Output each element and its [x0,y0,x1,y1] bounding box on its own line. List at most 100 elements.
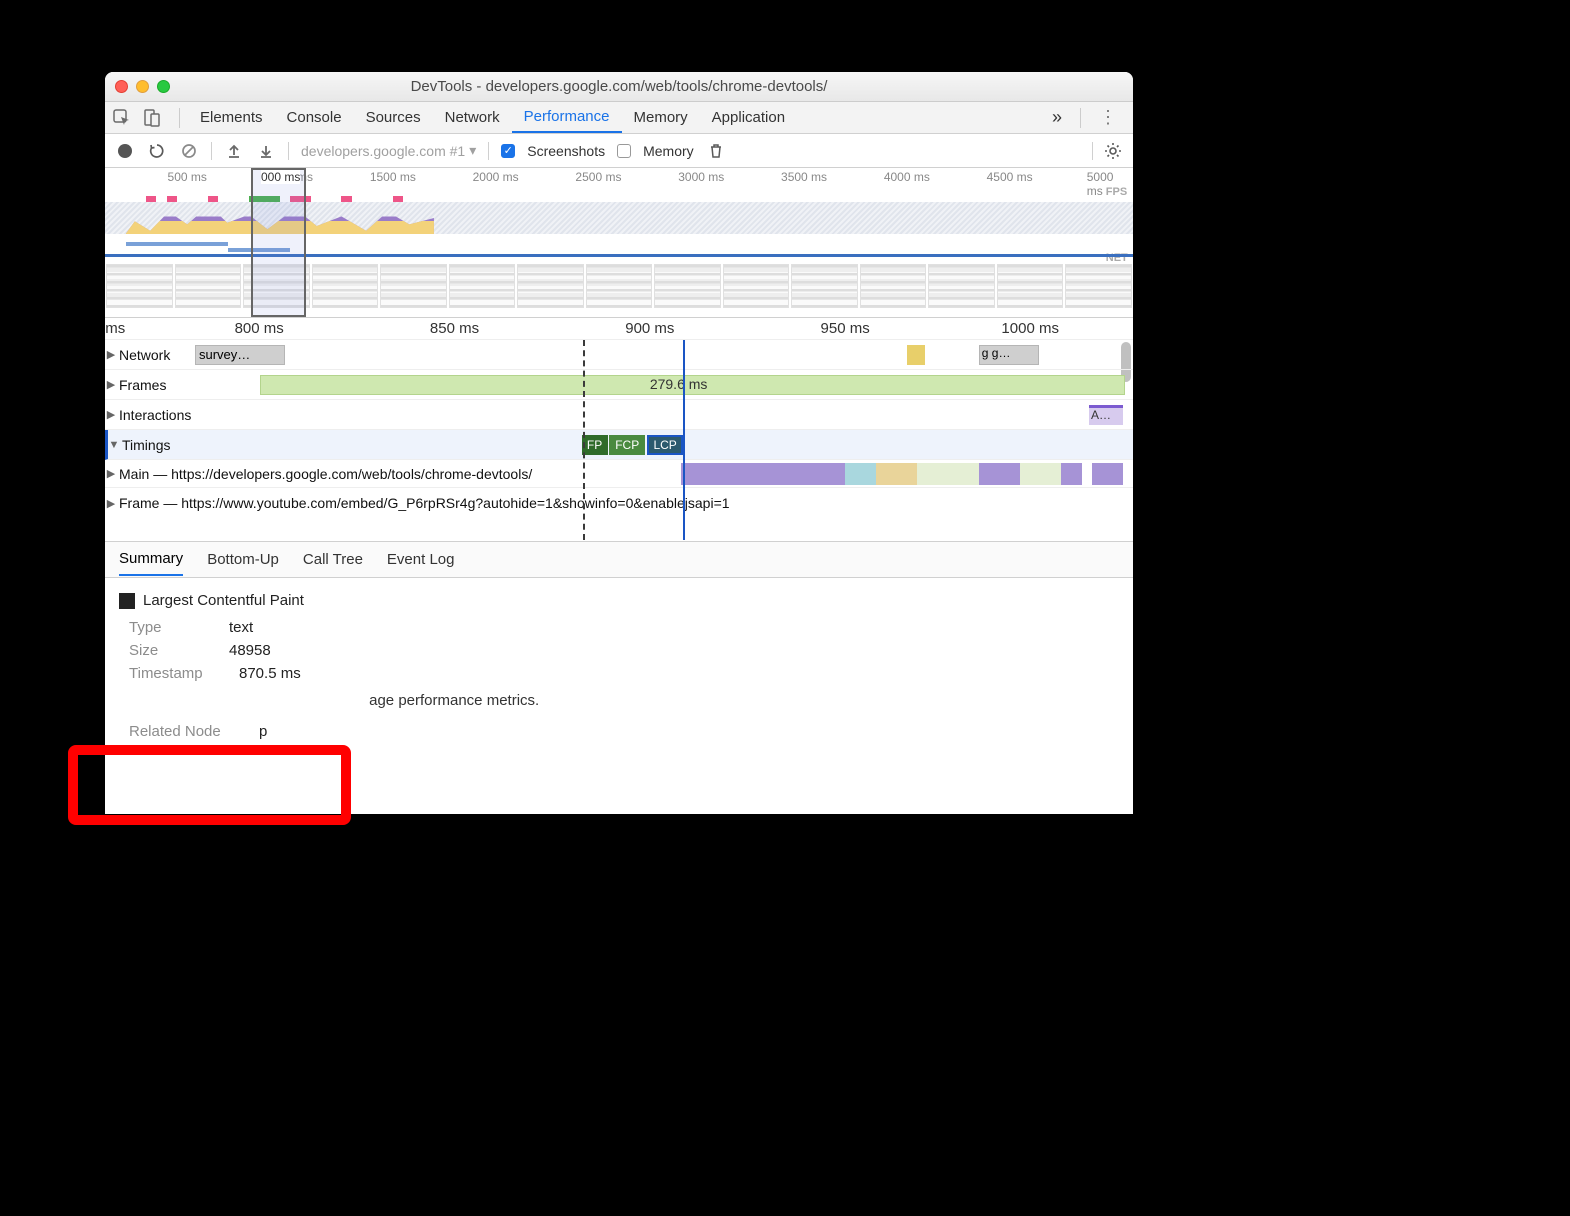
network-bar[interactable]: survey… [195,345,285,365]
field-value: 870.5 ms [239,665,301,682]
tab-network[interactable]: Network [433,103,512,132]
timing-fp[interactable]: FP [582,435,608,455]
related-node-link[interactable]: p [259,723,267,740]
interaction-bar[interactable]: A… [1089,405,1123,425]
summary-panel: Largest Contentful Paint Typetext Size48… [105,578,1133,770]
track-main[interactable]: ▶ Main — https://developers.google.com/w… [105,460,1133,488]
ruler-tick: 850 ms [430,320,479,337]
ruler-tick: 900 ms [625,320,674,337]
main-bar[interactable] [917,463,979,485]
save-profile-icon[interactable] [256,141,276,161]
tab-summary[interactable]: Summary [119,543,183,576]
tab-performance[interactable]: Performance [512,102,622,133]
network-bar[interactable] [907,345,925,365]
divider [1080,108,1081,128]
frame-duration: 279.6 ms [650,376,708,392]
field-label: Size [129,642,219,659]
track-network[interactable]: ▶ Network survey… g g… [105,340,1133,370]
field-value: text [229,619,253,636]
device-toggle-icon[interactable] [141,107,163,129]
track-frames[interactable]: ▶ Frames 279.6 ms [105,370,1133,400]
collapse-icon[interactable]: ▶ [105,348,117,361]
ruler-tick: 950 ms [821,320,870,337]
overview-selection[interactable]: 000 ms [251,168,307,317]
flamechart[interactable]: ms 800 ms 850 ms 900 ms 950 ms 1000 ms ▶… [105,318,1133,542]
ruler-tick: 1500 ms [370,170,416,184]
tab-console[interactable]: Console [275,103,354,132]
main-bar[interactable] [979,463,1020,485]
ruler-tick: 1000 ms [1001,320,1059,337]
timing-lcp[interactable]: LCP [647,435,683,455]
main-bar[interactable] [845,463,876,485]
collapse-icon[interactable]: ▼ [108,439,120,451]
tab-sources[interactable]: Sources [354,103,433,132]
main-tabbar: Elements Console Sources Network Perform… [105,102,1133,134]
ruler-tick: 2000 ms [473,170,519,184]
description-text: age performance metrics. [369,692,539,709]
track-label: Timings [120,437,171,453]
memory-checkbox[interactable] [617,144,631,158]
detail-tabbar: Summary Bottom-Up Call Tree Event Log [105,542,1133,578]
tab-event-log[interactable]: Event Log [387,544,455,575]
collapse-icon[interactable]: ▶ [105,497,117,510]
tab-memory[interactable]: Memory [622,103,700,132]
divider [179,108,180,128]
bar-label: survey… [196,347,250,362]
kebab-menu-icon[interactable]: ⋮ [1089,107,1127,128]
ruler-tick: 3500 ms [781,170,827,184]
track-interactions[interactable]: ▶ Interactions A… [105,400,1133,430]
screenshots-checkbox[interactable]: ✓ [501,144,515,158]
tab-call-tree[interactable]: Call Tree [303,544,363,575]
network-bar[interactable]: g g… [979,345,1039,365]
screenshots-label: Screenshots [527,143,605,159]
main-bar[interactable] [876,463,917,485]
lcp-marker-line [683,340,685,540]
overview-panel[interactable]: 500 ms 1000 ms 1500 ms 2000 ms 2500 ms 3… [105,168,1133,318]
ruler-tick: 3000 ms [678,170,724,184]
field-label: Related Node [129,723,249,740]
inspect-icon[interactable] [111,107,133,129]
load-profile-icon[interactable] [224,141,244,161]
separator [1092,142,1093,160]
tab-application[interactable]: Application [700,103,797,132]
chevron-down-icon: ▾ [469,142,476,159]
main-bar[interactable] [1020,463,1061,485]
settings-icon[interactable] [1103,141,1123,161]
track-label: Interactions [117,407,191,423]
garbage-collect-icon[interactable] [706,141,726,161]
more-tabs-icon[interactable]: » [1042,107,1072,128]
record-button[interactable] [115,141,135,161]
main-bar[interactable] [1061,463,1082,485]
collapse-icon[interactable]: ▶ [105,467,117,480]
event-color-swatch [119,593,135,609]
main-bar[interactable] [681,463,845,485]
tab-bottom-up[interactable]: Bottom-Up [207,544,279,575]
track-frame[interactable]: ▶ Frame — https://www.youtube.com/embed/… [105,488,1133,518]
capture-select[interactable]: developers.google.com #1 ▾ [301,142,476,159]
track-timings[interactable]: ▼ Timings FP FCP LCP [105,430,1133,460]
collapse-icon[interactable]: ▶ [105,408,117,421]
reload-record-button[interactable] [147,141,167,161]
selection-label: 000 ms [261,170,300,184]
clear-button[interactable] [179,141,199,161]
ruler-tick: 500 ms [168,170,207,184]
tab-elements[interactable]: Elements [188,103,275,132]
main-bar[interactable] [1092,463,1123,485]
ruler-tick: 4000 ms [884,170,930,184]
track-label: Frame — https://www.youtube.com/embed/G_… [117,495,730,511]
capture-select-label: developers.google.com #1 [301,143,465,159]
flame-ruler: ms 800 ms 850 ms 900 ms 950 ms 1000 ms [105,318,1133,340]
devtools-window: DevTools - developers.google.com/web/too… [105,72,1133,814]
ruler-tick: 4500 ms [987,170,1033,184]
timing-fcp[interactable]: FCP [609,435,645,455]
ruler-tick: 2500 ms [575,170,621,184]
window-title: DevTools - developers.google.com/web/too… [105,78,1133,95]
ruler-tick: ms [105,320,125,337]
field-label: Timestamp [129,665,229,682]
annotation-highlight-box [68,745,351,825]
track-label: Network [117,347,170,363]
field-label: Type [129,619,219,636]
collapse-icon[interactable]: ▶ [105,378,117,391]
event-title: Largest Contentful Paint [143,592,304,609]
marker-line [583,340,585,540]
